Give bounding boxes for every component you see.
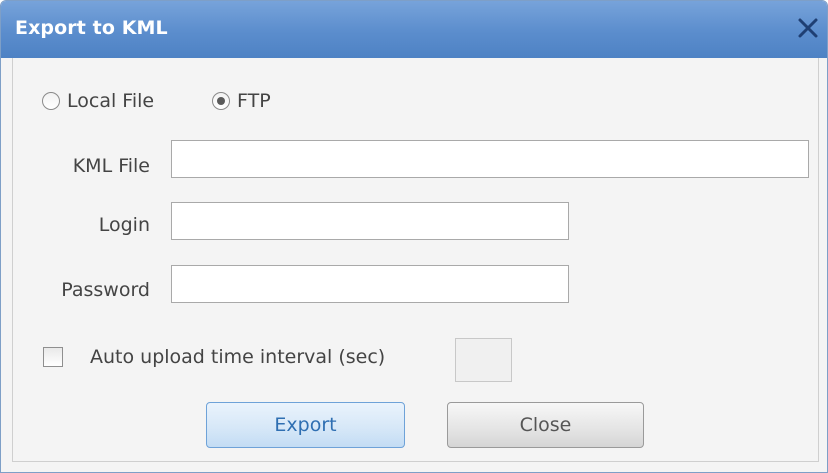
radio-ftp[interactable]: FTP xyxy=(212,90,271,112)
radio-local-file-label: Local File xyxy=(67,90,155,112)
auto-upload-label: Auto upload time interval (sec) xyxy=(90,346,386,368)
export-button[interactable]: Export xyxy=(206,402,405,448)
password-label: Password xyxy=(61,279,150,301)
radio-ftp-circle[interactable] xyxy=(212,92,230,110)
kml-file-input[interactable] xyxy=(171,140,809,178)
export-kml-dialog: Export to KML Local File FTP KML File Lo… xyxy=(0,0,828,473)
login-input[interactable] xyxy=(171,202,569,240)
interval-input[interactable] xyxy=(455,338,512,382)
radio-local-file[interactable]: Local File xyxy=(42,90,154,112)
radio-ftp-label: FTP xyxy=(237,90,271,112)
auto-upload-checkbox[interactable] xyxy=(43,347,63,367)
login-label: Login xyxy=(98,214,150,236)
radio-local-file-circle[interactable] xyxy=(42,92,60,110)
dialog-title: Export to KML xyxy=(15,17,168,39)
dialog-content: Local File FTP KML File Login Password A… xyxy=(12,58,819,462)
kml-file-label: KML File xyxy=(72,155,150,177)
title-bar[interactable]: Export to KML xyxy=(1,1,827,58)
close-icon[interactable] xyxy=(795,15,821,41)
password-input[interactable] xyxy=(171,265,569,303)
close-button[interactable]: Close xyxy=(447,402,644,448)
